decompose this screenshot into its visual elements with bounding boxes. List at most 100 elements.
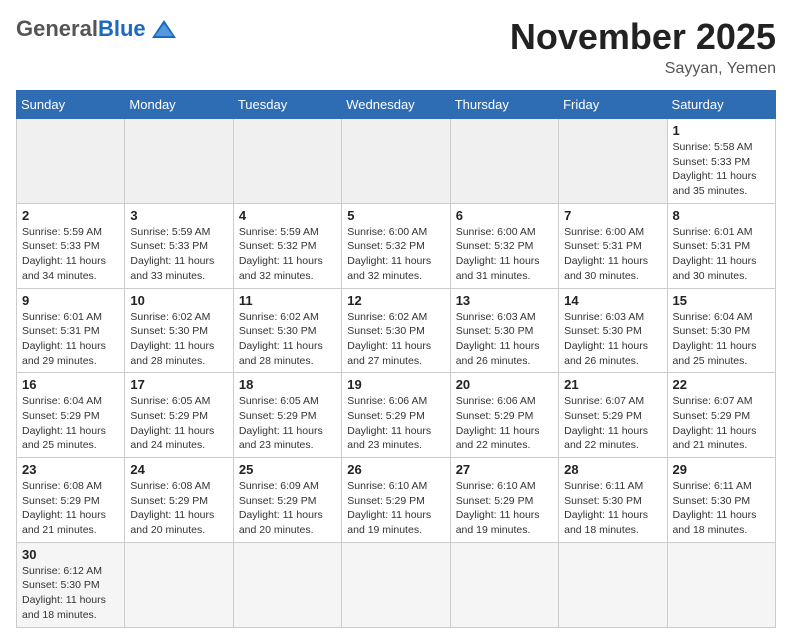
- day-number: 24: [130, 462, 227, 477]
- day-info: Sunrise: 6:05 AMSunset: 5:29 PMDaylight:…: [130, 394, 227, 453]
- weekday-header: Saturday: [667, 91, 775, 119]
- weekday-header: Friday: [559, 91, 667, 119]
- title-area: November 2025 Sayyan, Yemen: [510, 16, 776, 78]
- logo-icon: [150, 18, 178, 40]
- day-info: Sunrise: 6:04 AMSunset: 5:29 PMDaylight:…: [22, 394, 119, 453]
- day-number: 6: [456, 208, 553, 223]
- calendar-cell: 11 Sunrise: 6:02 AMSunset: 5:30 PMDayligh…: [233, 288, 341, 373]
- calendar-body: 1Sunrise: 5:58 AMSunset: 5:33 PMDaylight…: [17, 119, 776, 628]
- calendar-cell: 16 Sunrise: 6:04 AMSunset: 5:29 PMDayligh…: [17, 373, 125, 458]
- day-number: 7: [564, 208, 661, 223]
- calendar-cell: 30Sunrise: 6:12 AMSunset: 5:30 PMDayligh…: [17, 542, 125, 627]
- day-info: Sunrise: 6:03 AMSunset: 5:30 PMDaylight:…: [456, 310, 553, 369]
- day-info: Sunrise: 6:07 AMSunset: 5:29 PMDaylight:…: [673, 394, 770, 453]
- day-info: Sunrise: 6:11 AMSunset: 5:30 PMDaylight:…: [673, 479, 770, 538]
- day-info: Sunrise: 6:03 AMSunset: 5:30 PMDaylight:…: [564, 310, 661, 369]
- calendar-cell: [559, 119, 667, 204]
- day-info: Sunrise: 6:00 AMSunset: 5:32 PMDaylight:…: [347, 225, 444, 284]
- day-info: Sunrise: 6:05 AMSunset: 5:29 PMDaylight:…: [239, 394, 336, 453]
- day-number: 18: [239, 377, 336, 392]
- calendar-cell: 12Sunrise: 6:02 AMSunset: 5:30 PMDayligh…: [342, 288, 450, 373]
- day-info: Sunrise: 5:59 AMSunset: 5:33 PMDaylight:…: [130, 225, 227, 284]
- day-info: Sunrise: 6:01 AMSunset: 5:31 PMDaylight:…: [673, 225, 770, 284]
- day-info: Sunrise: 6:02 AMSunset: 5:30 PMDaylight:…: [130, 310, 227, 369]
- day-info: Sunrise: 6:02 AMSunset: 5:30 PMDaylight:…: [347, 310, 444, 369]
- day-number: 25: [239, 462, 336, 477]
- day-number: 21: [564, 377, 661, 392]
- weekday-header: Sunday: [17, 91, 125, 119]
- day-number: 10: [130, 293, 227, 308]
- day-number: 3: [130, 208, 227, 223]
- week-row: 30Sunrise: 6:12 AMSunset: 5:30 PMDayligh…: [17, 542, 776, 627]
- day-number: 17: [130, 377, 227, 392]
- calendar-cell: 9Sunrise: 6:01 AMSunset: 5:31 PMDaylight…: [17, 288, 125, 373]
- day-info: Sunrise: 6:10 AMSunset: 5:29 PMDaylight:…: [456, 479, 553, 538]
- weekday-header: Monday: [125, 91, 233, 119]
- day-number: 28: [564, 462, 661, 477]
- day-info: Sunrise: 6:06 AMSunset: 5:29 PMDaylight:…: [347, 394, 444, 453]
- day-info: Sunrise: 6:08 AMSunset: 5:29 PMDaylight:…: [130, 479, 227, 538]
- day-number: 8: [673, 208, 770, 223]
- day-info: Sunrise: 6:02 AMSunset: 5:30 PMDaylight:…: [239, 310, 336, 369]
- calendar-cell: 26 Sunrise: 6:10 AMSunset: 5:29 PMDayligh…: [342, 458, 450, 543]
- calendar-cell: [342, 542, 450, 627]
- logo-general-text: General: [16, 16, 98, 42]
- location: Sayyan, Yemen: [510, 60, 776, 78]
- month-title: November 2025: [510, 16, 776, 58]
- calendar-cell: 13Sunrise: 6:03 AMSunset: 5:30 PMDayligh…: [450, 288, 558, 373]
- calendar-cell: [17, 119, 125, 204]
- day-number: 11: [239, 293, 336, 308]
- day-info: Sunrise: 6:04 AMSunset: 5:30 PMDaylight:…: [673, 310, 770, 369]
- day-number: 14: [564, 293, 661, 308]
- week-row: 2 Sunrise: 5:59 AMSunset: 5:33 PMDaylight…: [17, 203, 776, 288]
- day-info: Sunrise: 5:59 AMSunset: 5:33 PMDaylight:…: [22, 225, 119, 284]
- calendar-cell: 8 Sunrise: 6:01 AMSunset: 5:31 PMDaylight…: [667, 203, 775, 288]
- calendar-cell: 22 Sunrise: 6:07 AMSunset: 5:29 PMDayligh…: [667, 373, 775, 458]
- day-info: Sunrise: 6:07 AMSunset: 5:29 PMDaylight:…: [564, 394, 661, 453]
- calendar-cell: 14 Sunrise: 6:03 AMSunset: 5:30 PMDayligh…: [559, 288, 667, 373]
- day-number: 2: [22, 208, 119, 223]
- day-info: Sunrise: 6:12 AMSunset: 5:30 PMDaylight:…: [22, 564, 119, 623]
- day-info: Sunrise: 6:01 AMSunset: 5:31 PMDaylight:…: [22, 310, 119, 369]
- calendar-cell: 21 Sunrise: 6:07 AMSunset: 5:29 PMDayligh…: [559, 373, 667, 458]
- day-number: 19: [347, 377, 444, 392]
- logo: General Blue: [16, 16, 178, 42]
- calendar-cell: 18 Sunrise: 6:05 AMSunset: 5:29 PMDayligh…: [233, 373, 341, 458]
- calendar-cell: [559, 542, 667, 627]
- day-info: Sunrise: 6:00 AMSunset: 5:31 PMDaylight:…: [564, 225, 661, 284]
- calendar-cell: [450, 119, 558, 204]
- day-info: Sunrise: 6:08 AMSunset: 5:29 PMDaylight:…: [22, 479, 119, 538]
- calendar-cell: 29Sunrise: 6:11 AMSunset: 5:30 PMDayligh…: [667, 458, 775, 543]
- day-info: Sunrise: 6:10 AMSunset: 5:29 PMDaylight:…: [347, 479, 444, 538]
- day-number: 27: [456, 462, 553, 477]
- day-number: 22: [673, 377, 770, 392]
- calendar-cell: 15 Sunrise: 6:04 AMSunset: 5:30 PMDayligh…: [667, 288, 775, 373]
- calendar-cell: [125, 119, 233, 204]
- day-info: Sunrise: 5:59 AMSunset: 5:32 PMDaylight:…: [239, 225, 336, 284]
- calendar-cell: 6Sunrise: 6:00 AMSunset: 5:32 PMDaylight…: [450, 203, 558, 288]
- weekday-header-row: SundayMondayTuesdayWednesdayThursdayFrid…: [17, 91, 776, 119]
- calendar-cell: [450, 542, 558, 627]
- day-info: Sunrise: 6:09 AMSunset: 5:29 PMDaylight:…: [239, 479, 336, 538]
- day-info: Sunrise: 6:11 AMSunset: 5:30 PMDaylight:…: [564, 479, 661, 538]
- calendar-cell: 23Sunrise: 6:08 AMSunset: 5:29 PMDayligh…: [17, 458, 125, 543]
- day-number: 1: [673, 123, 770, 138]
- weekday-header: Thursday: [450, 91, 558, 119]
- calendar-cell: 28 Sunrise: 6:11 AMSunset: 5:30 PMDayligh…: [559, 458, 667, 543]
- calendar-cell: [342, 119, 450, 204]
- day-number: 26: [347, 462, 444, 477]
- day-number: 16: [22, 377, 119, 392]
- calendar-cell: 27 Sunrise: 6:10 AMSunset: 5:29 PMDayligh…: [450, 458, 558, 543]
- calendar: SundayMondayTuesdayWednesdayThursdayFrid…: [16, 90, 776, 628]
- week-row: 1Sunrise: 5:58 AMSunset: 5:33 PMDaylight…: [17, 119, 776, 204]
- calendar-cell: 2 Sunrise: 5:59 AMSunset: 5:33 PMDaylight…: [17, 203, 125, 288]
- calendar-cell: 10 Sunrise: 6:02 AMSunset: 5:30 PMDayligh…: [125, 288, 233, 373]
- day-number: 15: [673, 293, 770, 308]
- day-number: 4: [239, 208, 336, 223]
- week-row: 9Sunrise: 6:01 AMSunset: 5:31 PMDaylight…: [17, 288, 776, 373]
- calendar-cell: 20Sunrise: 6:06 AMSunset: 5:29 PMDayligh…: [450, 373, 558, 458]
- calendar-cell: [125, 542, 233, 627]
- calendar-cell: 19 Sunrise: 6:06 AMSunset: 5:29 PMDayligh…: [342, 373, 450, 458]
- calendar-cell: 1Sunrise: 5:58 AMSunset: 5:33 PMDaylight…: [667, 119, 775, 204]
- header: General Blue November 2025 Sayyan, Yemen: [16, 16, 776, 78]
